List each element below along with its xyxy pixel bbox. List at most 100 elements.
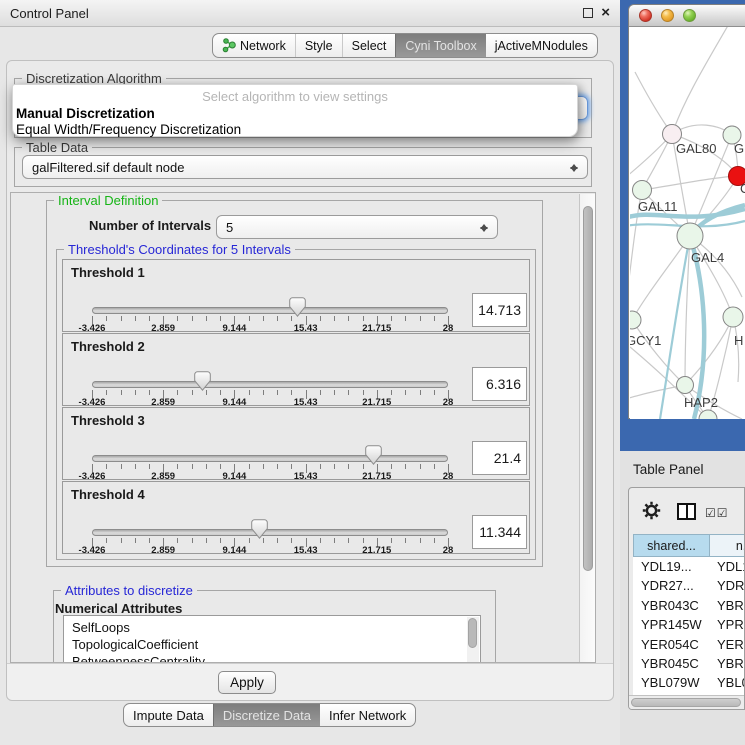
slider-tick <box>434 538 435 543</box>
table-rows: YDL19...YDL1YDR27...YDR2YBR043CYBR0YPR14… <box>633 557 745 695</box>
list-scrollbar[interactable] <box>467 617 479 663</box>
tab-jactivemnodules[interactable]: jActiveMNodules <box>486 34 597 57</box>
threshold-value-field[interactable]: 14.713 <box>472 293 527 327</box>
slider-tick <box>320 390 321 395</box>
slider-thumb[interactable] <box>289 297 306 317</box>
table-row[interactable]: YDR27...YDR2 <box>633 576 745 595</box>
minimize-traffic-light-icon[interactable] <box>661 9 674 22</box>
slider-tick <box>405 390 406 395</box>
tab-network[interactable]: Network <box>213 34 295 57</box>
slider-tick <box>177 464 178 469</box>
column-header-shared-name[interactable]: shared... <box>633 534 710 557</box>
table-row[interactable]: YPR145WYPR1 <box>633 615 745 634</box>
cell-name: YPR1 <box>717 615 745 634</box>
network-node-hap2[interactable] <box>677 377 694 394</box>
network-node-gal11[interactable] <box>633 181 652 200</box>
cell-shared-name: YER054C <box>641 635 699 654</box>
network-canvas[interactable]: GAL80G.CGAL11GAL4GCY1HHAP2 <box>630 27 745 419</box>
tab-label: Select <box>352 39 387 53</box>
apply-button[interactable]: Apply <box>218 671 276 694</box>
slider-tick <box>249 464 250 469</box>
tab-label: Discretize Data <box>223 708 311 723</box>
network-window-titlebar[interactable] <box>629 5 745 27</box>
control-panel-window: Control Panel × Network Style Select Cyni T… <box>0 0 620 745</box>
slider-thumb[interactable] <box>365 445 382 465</box>
bottom-tabs: Impute Data Discretize Data Infer Network <box>123 703 416 727</box>
slider-tick <box>363 390 364 395</box>
threshold-value-field[interactable]: 11.344 <box>472 515 527 549</box>
threshold-panel-3: Threshold 3-3.4262.8599.14415.4321.71528… <box>62 407 530 480</box>
slider-tick <box>363 538 364 543</box>
slider-track[interactable] <box>92 307 448 314</box>
table-row[interactable]: YBR045CYBR0 <box>633 654 745 673</box>
tab-infer-network[interactable]: Infer Network <box>320 704 415 726</box>
slider-tick <box>220 538 221 543</box>
dropdown-option-equal-width-frequency[interactable]: Equal Width/Frequency Discretization <box>16 122 241 137</box>
zoom-traffic-light-icon[interactable] <box>683 9 696 22</box>
table-horizontal-scrollbar[interactable] <box>629 695 745 709</box>
threshold-value-field[interactable]: 21.4 <box>472 441 527 475</box>
tab-label: Impute Data <box>133 708 204 723</box>
table-row[interactable]: YER054CYER0 <box>633 635 745 654</box>
slider-tick <box>206 316 207 321</box>
panel-title: Control Panel <box>10 6 89 21</box>
attribute-item[interactable]: TopologicalCoefficient <box>64 636 480 653</box>
slider-track[interactable] <box>92 529 448 536</box>
float-window-icon[interactable] <box>583 8 593 18</box>
numerical-attributes-label: Numerical Attributes <box>55 601 182 616</box>
slider-tick-label: 15.43 <box>281 545 331 556</box>
tab-discretize-data[interactable]: Discretize Data <box>213 704 320 726</box>
network-node-gal4[interactable] <box>677 223 703 249</box>
table-row[interactable]: YBL079WYBL0 <box>633 673 745 692</box>
slider-thumb[interactable] <box>251 519 268 539</box>
tab-cyni-toolbox[interactable]: Cyni Toolbox <box>395 34 485 57</box>
slider-tick <box>334 464 335 469</box>
slider-thumb[interactable] <box>194 371 211 391</box>
slider-tick <box>291 390 292 395</box>
close-traffic-light-icon[interactable] <box>639 9 652 22</box>
attribute-item[interactable]: SelfLoops <box>64 619 480 636</box>
network-node[interactable] <box>699 410 717 419</box>
attribute-item[interactable]: BetweennessCentrality <box>64 653 480 663</box>
combo-arrows-icon <box>480 220 489 236</box>
scrollbar-thumb[interactable] <box>583 206 593 571</box>
network-node-gcy1[interactable] <box>630 311 641 329</box>
close-icon[interactable]: × <box>601 8 610 18</box>
table-row[interactable]: YDL19...YDL1 <box>633 557 745 576</box>
node-label: GCY1 <box>630 333 661 348</box>
scrollbar-thumb[interactable] <box>631 698 741 707</box>
algorithm-dropdown-popup: Select algorithm to view settingsManual … <box>12 84 578 137</box>
gear-icon[interactable] <box>642 501 661 520</box>
slider-tick <box>434 390 435 395</box>
slider-tick <box>149 390 150 395</box>
threshold-value-field[interactable]: 6.316 <box>472 367 527 401</box>
control-panel-tabs: Network Style Select Cyni ToolboxjActiveMNo… <box>212 33 598 58</box>
columns-view-icon[interactable] <box>677 503 696 520</box>
numerical-attributes-list: SelfLoopsTopologicalCoefficientBetweenne… <box>63 615 481 663</box>
slider-track[interactable] <box>92 381 448 388</box>
column-header-name[interactable]: n... <box>710 534 745 557</box>
number-of-intervals-label: Number of Intervals <box>89 218 211 233</box>
settings-scrollbar[interactable] <box>579 194 596 662</box>
slider-tick <box>121 464 122 469</box>
table-row[interactable]: YBR043CYBR0 <box>633 596 745 615</box>
intervals-combobox[interactable]: 5 <box>216 215 498 239</box>
slider-track[interactable] <box>92 455 448 462</box>
slider-tick <box>363 316 364 321</box>
slider-tick <box>334 316 335 321</box>
tab-style[interactable]: Style <box>295 34 342 57</box>
select-columns-checkboxes-icon[interactable]: ☑☑ <box>705 506 729 520</box>
network-edge <box>690 236 733 317</box>
tab-impute-data[interactable]: Impute Data <box>124 704 213 726</box>
dropdown-option-manual-discretization[interactable]: Manual Discretization <box>16 106 155 121</box>
tab-select[interactable]: Select <box>342 34 396 57</box>
network-node-h[interactable] <box>723 307 743 327</box>
slider-tick <box>106 390 107 395</box>
table-data-value: galFiltered.sif default node <box>32 160 184 175</box>
slider-tick <box>121 538 122 543</box>
tab-label: Network <box>240 39 286 53</box>
table-data-combobox[interactable]: galFiltered.sif default node <box>22 155 588 179</box>
slider-tick <box>121 390 122 395</box>
node-label: GAL80 <box>676 141 716 156</box>
threshold-label: Threshold 1 <box>71 265 145 280</box>
